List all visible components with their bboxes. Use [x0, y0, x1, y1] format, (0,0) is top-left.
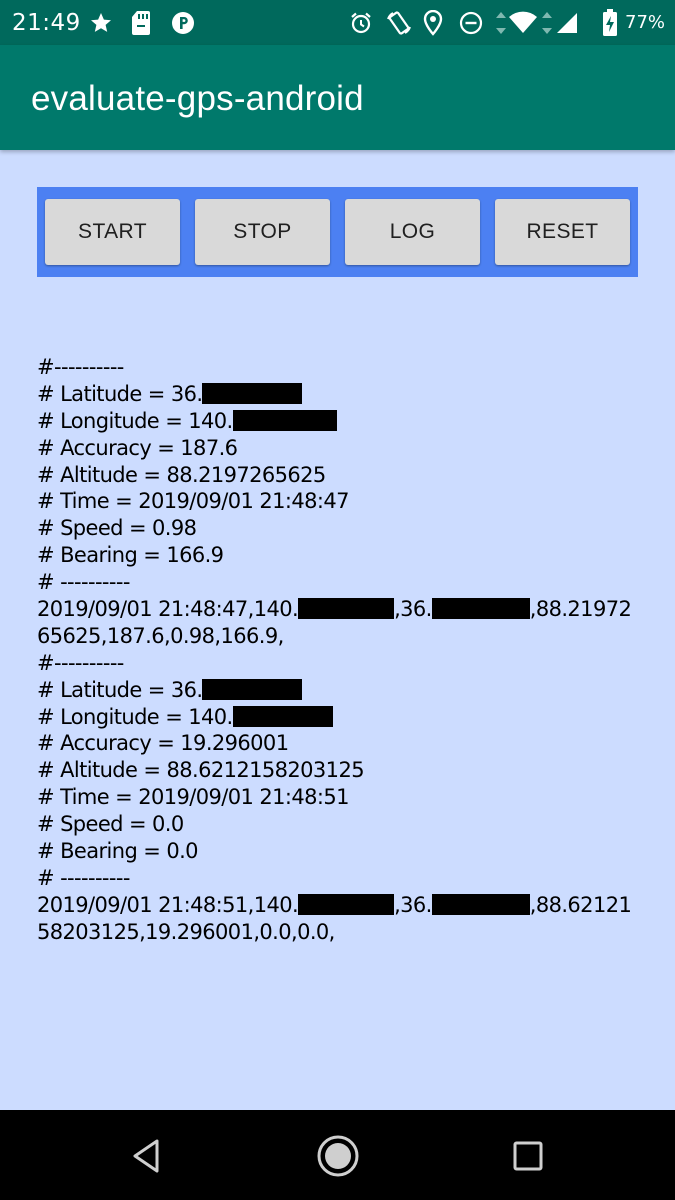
home-icon[interactable]	[310, 1128, 366, 1184]
log-longitude-text: # Longitude = 140.	[37, 408, 233, 433]
alarm-icon	[348, 0, 374, 45]
do-not-disturb-icon	[458, 0, 484, 45]
log-csv-text: ,36.	[394, 597, 432, 622]
log-longitude: # Longitude = 140.	[37, 704, 637, 731]
log-accuracy: # Accuracy = 187.6	[37, 435, 238, 460]
signal-icon	[554, 0, 580, 45]
button-panel: START STOP LOG RESET	[37, 187, 638, 277]
star-icon	[88, 0, 114, 45]
redaction-bar	[431, 893, 530, 915]
log-csv-line: 65625,187.6,0.98,166.9,	[37, 623, 284, 648]
redaction-bar	[202, 678, 303, 700]
navigation-bar	[0, 1110, 675, 1200]
wifi-icon	[508, 0, 538, 45]
start-button[interactable]: START	[45, 199, 180, 265]
app-bar: evaluate-gps-android	[0, 45, 675, 150]
battery-percent: 77%	[625, 12, 666, 33]
log-output: #---------- # Latitude = 36. # Longitude…	[37, 354, 637, 946]
status-bar: 21:49 77%	[0, 0, 675, 45]
log-separator: # ----------	[37, 570, 130, 595]
back-icon[interactable]	[118, 1128, 174, 1184]
log-altitude: # Altitude = 88.6212158203125	[37, 758, 365, 783]
recents-icon[interactable]	[500, 1128, 556, 1184]
log-longitude: # Longitude = 140.	[37, 408, 637, 435]
log-csv-text: 2019/09/01 21:48:47,140.	[37, 597, 299, 622]
log-accuracy: # Accuracy = 19.296001	[37, 731, 289, 756]
log-time: # Time = 2019/09/01 21:48:47	[37, 489, 349, 514]
redaction-bar	[232, 409, 337, 431]
log-separator: #----------	[37, 355, 124, 379]
log-time: # Time = 2019/09/01 21:48:51	[37, 785, 349, 810]
parking-icon	[170, 0, 196, 45]
log-csv-text: 2019/09/01 21:48:51,140.	[37, 892, 299, 917]
log-latitude-text: # Latitude = 36.	[37, 381, 203, 406]
log-altitude: # Altitude = 88.2197265625	[37, 462, 326, 487]
log-csv-text: ,36.	[394, 892, 432, 917]
log-csv-text: ,88.21972	[529, 597, 632, 622]
battery-charging-icon	[600, 0, 620, 45]
log-bearing: # Bearing = 166.9	[37, 543, 224, 568]
redaction-bar	[202, 382, 303, 404]
log-speed: # Speed = 0.0	[37, 812, 184, 837]
log-csv-line: 2019/09/01 21:48:47,140. ,36. ,88.21972	[37, 596, 637, 623]
redaction-bar	[431, 598, 530, 620]
log-button[interactable]: LOG	[345, 199, 480, 265]
app-title: evaluate-gps-android	[31, 79, 364, 118]
status-time: 21:49	[12, 9, 81, 36]
log-speed: # Speed = 0.98	[37, 516, 197, 541]
log-latitude-text: # Latitude = 36.	[37, 677, 203, 702]
log-csv-line: 58203125,19.296001,0.0,0.0,	[37, 919, 335, 944]
log-csv-line: 2019/09/01 21:48:51,140. ,36. ,88.62121	[37, 892, 637, 919]
log-separator: # ----------	[37, 865, 130, 890]
sd-card-icon	[130, 0, 152, 45]
log-bearing: # Bearing = 0.0	[37, 839, 199, 864]
rotate-icon	[384, 0, 414, 45]
log-csv-text: ,88.62121	[529, 892, 632, 917]
reset-button[interactable]: RESET	[495, 199, 630, 265]
redaction-bar	[298, 893, 395, 915]
data-arrows-icon-2	[540, 0, 554, 45]
redaction-bar	[298, 598, 395, 620]
log-latitude: # Latitude = 36.	[37, 677, 637, 704]
stop-button[interactable]: STOP	[195, 199, 330, 265]
log-longitude-text: # Longitude = 140.	[37, 704, 233, 729]
log-latitude: # Latitude = 36.	[37, 381, 637, 408]
location-icon	[421, 0, 445, 45]
log-separator: #----------	[37, 650, 124, 675]
data-arrows-icon	[494, 0, 508, 45]
redaction-bar	[232, 705, 333, 727]
